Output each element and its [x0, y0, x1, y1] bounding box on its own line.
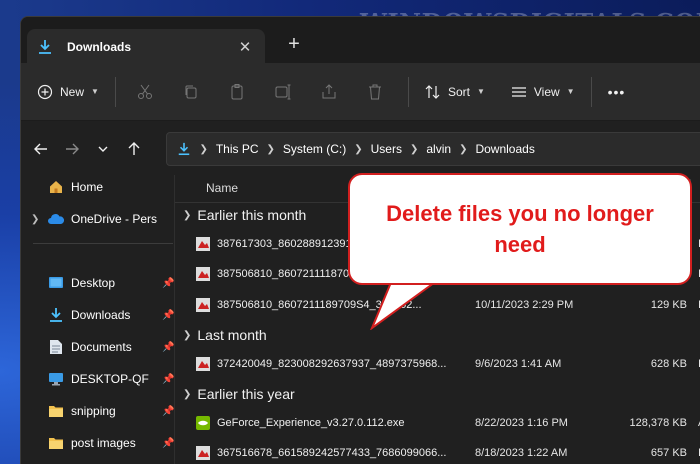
tab-title: Downloads: [67, 40, 132, 54]
sidebar-item-onedrive[interactable]: ❯ OneDrive - Pers: [31, 207, 176, 231]
group-header-earlier-this-month[interactable]: ❯ Earlier this month: [183, 203, 306, 227]
irfanview-image-icon: [196, 446, 210, 460]
breadcrumb-system-c[interactable]: System (C:): [283, 142, 346, 156]
file-row[interactable]: GeForce_Experience_v3.27.0.112.exe 8/22/…: [195, 411, 700, 435]
divider: [33, 243, 173, 244]
chevron-right-icon[interactable]: ❯: [31, 214, 47, 225]
new-tab-button[interactable]: +: [283, 33, 305, 56]
chevron-right-icon: ❯: [354, 143, 363, 155]
close-tab-icon[interactable]: ✕: [235, 38, 255, 56]
chevron-down-icon: ▼: [91, 87, 99, 96]
sidebar-item-post-images[interactable]: post images 📌: [31, 431, 176, 455]
sidebar-item-snipping[interactable]: snipping 📌: [31, 399, 176, 423]
paste-icon[interactable]: [224, 79, 250, 105]
irfanview-image-icon: [196, 298, 210, 312]
chevron-right-icon: ❯: [266, 143, 275, 155]
divider: [407, 76, 409, 107]
more-options-button[interactable]: •••: [608, 84, 626, 100]
address-row: ❯ This PC ❯ System (C:) ❯ Users ❯ alvin …: [21, 121, 700, 177]
callout-pointer: [370, 280, 439, 330]
up-arrow-icon[interactable]: [124, 138, 144, 160]
irfanview-image-icon: [196, 237, 210, 251]
folder-icon: [47, 435, 65, 451]
sort-icon: [425, 84, 440, 99]
sort-button-label: Sort: [447, 84, 470, 99]
view-button[interactable]: View ▼: [511, 84, 575, 100]
delete-icon[interactable]: [362, 79, 388, 105]
rename-icon[interactable]: [270, 79, 296, 105]
breadcrumb-this-pc[interactable]: This PC: [216, 142, 259, 156]
cut-icon[interactable]: [132, 79, 158, 105]
sort-button[interactable]: Sort ▼: [425, 84, 485, 100]
document-icon: [47, 339, 65, 355]
breadcrumb-downloads[interactable]: Downloads: [475, 142, 534, 156]
sidebar-item-desktop[interactable]: Desktop 📌: [31, 271, 176, 295]
chevron-right-icon: ❯: [409, 143, 419, 155]
chevron-down-icon: ❯: [183, 329, 192, 341]
file-row[interactable]: 372420049_823008292637937_4897375968... …: [195, 352, 700, 376]
sidebar-item-desktop-qf[interactable]: DESKTOP-QF 📌: [31, 367, 176, 391]
add-circle-icon: [37, 84, 53, 99]
view-icon: [511, 86, 526, 97]
download-icon: [37, 39, 53, 55]
irfanview-image-icon: [196, 267, 210, 281]
recent-locations-chevron-icon[interactable]: [93, 138, 113, 160]
chevron-down-icon: ❯: [183, 209, 192, 221]
command-bar: New ▼ Sort ▼ View ▼ •••: [21, 63, 700, 121]
desktop-icon: [47, 275, 65, 291]
divider: [114, 76, 116, 107]
sidebar-item-documents[interactable]: Documents 📌: [31, 335, 176, 359]
back-arrow-icon[interactable]: [31, 138, 51, 160]
sidebar-item-home[interactable]: Home: [31, 175, 176, 199]
geforce-app-icon: [196, 416, 210, 430]
new-button[interactable]: New ▼: [37, 84, 99, 100]
navigation-pane: Home ❯ OneDrive - Pers Desktop 📌 Downloa…: [21, 175, 174, 464]
irfanview-image-icon: [196, 357, 210, 371]
view-button-label: View: [533, 84, 560, 99]
new-button-label: New: [60, 84, 85, 99]
callout-text: Delete files you no longer need: [386, 201, 654, 257]
chevron-right-icon: ❯: [459, 143, 468, 155]
file-row[interactable]: 367516678_661589242577433_7686099066... …: [195, 441, 700, 464]
chevron-down-icon: ▼: [566, 87, 575, 96]
monitor-icon: [47, 371, 65, 387]
chevron-down-icon: ❯: [183, 388, 192, 400]
download-icon: [179, 142, 190, 156]
download-icon: [47, 307, 65, 323]
cloud-icon: [47, 211, 65, 227]
address-bar[interactable]: ❯ This PC ❯ System (C:) ❯ Users ❯ alvin …: [166, 132, 700, 166]
divider: [590, 76, 592, 107]
annotation-callout: Delete files you no longer need: [348, 173, 692, 285]
chevron-right-icon: ❯: [199, 143, 208, 155]
tab-downloads[interactable]: Downloads ✕: [27, 29, 265, 65]
breadcrumb-users[interactable]: Users: [371, 142, 402, 156]
forward-arrow-icon[interactable]: [62, 138, 82, 160]
copy-icon[interactable]: [178, 79, 204, 105]
share-icon[interactable]: [316, 79, 342, 105]
breadcrumb-alvin[interactable]: alvin: [426, 142, 451, 156]
chevron-down-icon: ▼: [476, 87, 485, 96]
sidebar-item-downloads[interactable]: Downloads 📌: [31, 303, 176, 327]
home-icon: [47, 179, 65, 195]
column-header-name[interactable]: Name: [206, 181, 238, 195]
group-header-earlier-this-year[interactable]: ❯ Earlier this year: [183, 382, 295, 406]
group-header-last-month[interactable]: ❯ Last month: [183, 323, 267, 347]
folder-icon: [47, 403, 65, 419]
